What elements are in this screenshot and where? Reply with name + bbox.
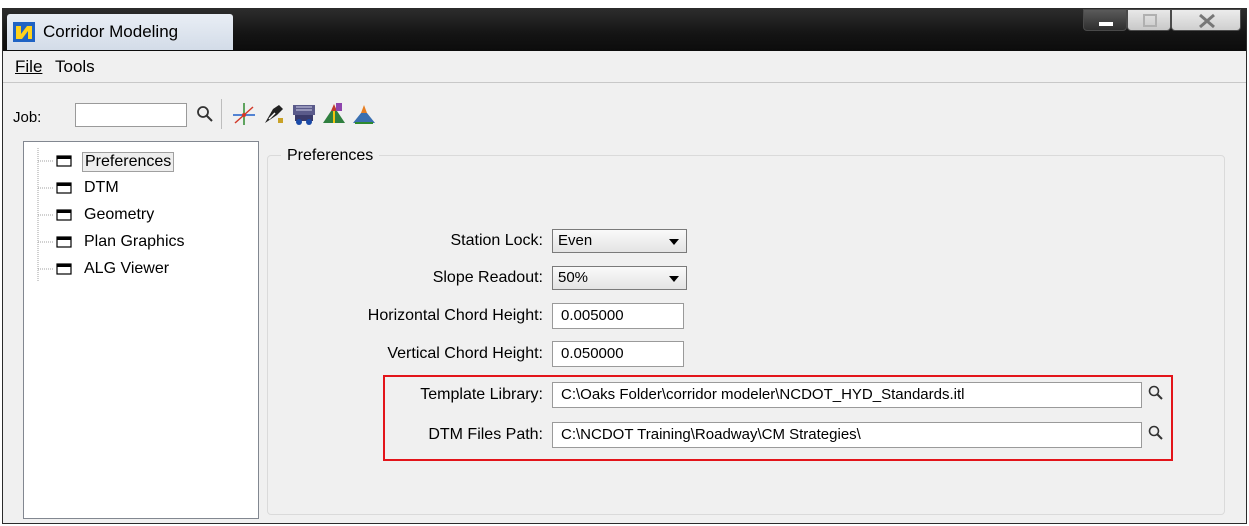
horizontal-chord-height-input[interactable]: 0.005000 bbox=[552, 303, 684, 329]
toolbar: Job: bbox=[3, 83, 1246, 137]
app-icon bbox=[13, 22, 35, 42]
slope-readout-value: 50% bbox=[558, 269, 589, 286]
close-button[interactable] bbox=[1171, 9, 1241, 31]
tree-item-label: Plan Graphics bbox=[84, 233, 185, 250]
corridor-modeling-window: Corridor Modeling File Tools Job: Prefer… bbox=[2, 8, 1247, 524]
vertical-chord-height-value: 0.050000 bbox=[561, 345, 624, 362]
preferences-group-title: Preferences bbox=[281, 147, 380, 165]
close-icon bbox=[1199, 13, 1215, 29]
window-icon bbox=[56, 263, 72, 275]
job-input[interactable] bbox=[75, 103, 187, 127]
tree-item-label: Preferences bbox=[82, 152, 175, 172]
search-icon[interactable] bbox=[193, 101, 217, 127]
station-lock-select[interactable]: Even bbox=[552, 229, 687, 253]
maximize-icon bbox=[1143, 14, 1157, 27]
template-icon[interactable] bbox=[351, 101, 377, 127]
minimize-icon bbox=[1099, 22, 1113, 26]
menu-tools-label: Tools bbox=[55, 57, 95, 76]
corridor-icon[interactable] bbox=[321, 101, 347, 127]
slope-readout-select[interactable]: 50% bbox=[552, 266, 687, 290]
horizontal-chord-height-label: Horizontal Chord Height: bbox=[367, 307, 543, 324]
chevron-down-icon bbox=[669, 276, 679, 282]
alignment-icon[interactable] bbox=[231, 101, 257, 127]
chevron-down-icon bbox=[669, 239, 679, 245]
title-tab: Corridor Modeling bbox=[7, 14, 233, 50]
slope-readout-label: Slope Readout: bbox=[432, 269, 543, 286]
navigation-tree: Preferences DTM Geometry Plan Graphics A… bbox=[23, 141, 259, 519]
window-icon bbox=[56, 155, 72, 167]
roadway-icon[interactable] bbox=[291, 101, 317, 127]
window-icon bbox=[56, 236, 72, 248]
station-lock-label: Station Lock: bbox=[450, 232, 544, 249]
title-bar[interactable]: Corridor Modeling bbox=[3, 9, 1246, 51]
tree-item-label: Geometry bbox=[84, 206, 155, 223]
menu-bar: File Tools bbox=[3, 52, 1246, 83]
vertical-chord-height-input[interactable]: 0.050000 bbox=[552, 341, 684, 367]
survey-icon[interactable] bbox=[261, 101, 287, 127]
minimize-button[interactable] bbox=[1083, 9, 1127, 31]
menu-file-label: File bbox=[15, 57, 43, 76]
menu-file[interactable]: File bbox=[15, 57, 42, 77]
window-icon bbox=[56, 182, 72, 194]
preferences-group bbox=[267, 155, 1225, 515]
menu-tools[interactable]: Tools bbox=[55, 57, 95, 77]
window-icon bbox=[56, 209, 72, 221]
tree-item-label: DTM bbox=[84, 179, 119, 196]
vertical-chord-height-label: Vertical Chord Height: bbox=[387, 345, 543, 362]
job-label: Job: bbox=[13, 109, 42, 126]
window-title: Corridor Modeling bbox=[43, 22, 179, 41]
maximize-button[interactable] bbox=[1127, 9, 1171, 31]
highlight-box bbox=[383, 375, 1173, 461]
tree-item-label: ALG Viewer bbox=[84, 260, 170, 277]
horizontal-chord-height-value: 0.005000 bbox=[561, 307, 624, 324]
toolbar-separator bbox=[221, 99, 222, 129]
station-lock-value: Even bbox=[558, 232, 593, 249]
